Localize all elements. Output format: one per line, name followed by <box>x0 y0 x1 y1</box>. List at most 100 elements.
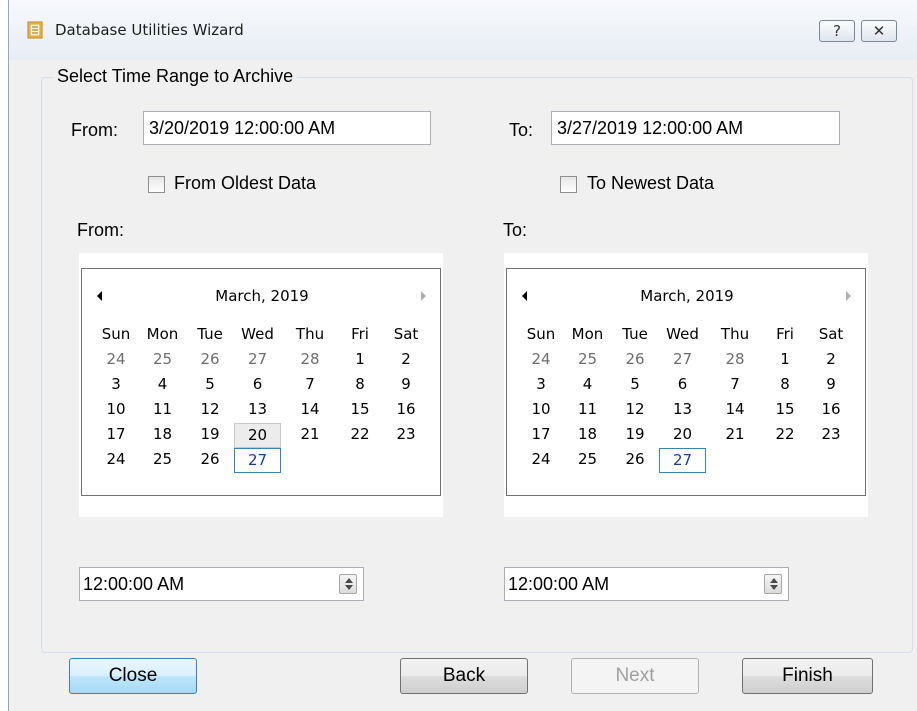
from-datetime-field[interactable]: 3/20/2019 12:00:00 AM <box>143 111 431 145</box>
up-down-spinner-icon[interactable] <box>764 574 782 594</box>
calendar-day[interactable]: 3 <box>96 373 136 398</box>
calendar-day[interactable]: 6 <box>656 373 709 398</box>
calendar-day[interactable]: 5 <box>614 373 656 398</box>
calendar-day[interactable]: 10 <box>521 398 561 423</box>
calendar-day[interactable]: 24 <box>96 448 136 473</box>
calendar-day[interactable]: 14 <box>284 398 336 423</box>
calendar-day[interactable]: 4 <box>561 373 614 398</box>
next-month-icon[interactable] <box>846 291 851 301</box>
close-window-button[interactable]: ✕ <box>861 20 897 42</box>
calendar-day[interactable]: 9 <box>384 373 428 398</box>
calendar-day[interactable]: 12 <box>189 398 231 423</box>
calendar-day[interactable]: 22 <box>336 423 384 448</box>
calendar-day[interactable]: 6 <box>231 373 284 398</box>
help-button[interactable]: ? <box>819 20 855 42</box>
calendar-day[interactable]: 20 <box>656 423 709 448</box>
to-calendar-panel: March, 2019 Sun Mon Tue Wed Thu Fri Sat 24 25 26 2… <box>504 253 868 517</box>
calendar-day-other-month[interactable]: 28 <box>709 348 761 373</box>
calendar-day-selected[interactable]: 20 <box>234 423 281 448</box>
calendar-day[interactable]: 18 <box>561 423 614 448</box>
calendar-day[interactable]: 19 <box>614 423 656 448</box>
day-of-week-header: Wed <box>666 325 699 343</box>
day-of-week-header: Sat <box>393 325 419 343</box>
calendar-day[interactable]: 22 <box>761 423 809 448</box>
calendar-day[interactable]: 8 <box>336 373 384 398</box>
calendar-day[interactable]: 7 <box>284 373 336 398</box>
close-button[interactable]: Close <box>69 658 197 694</box>
calendar-day[interactable]: 7 <box>709 373 761 398</box>
calendar-day[interactable]: 26 <box>189 448 231 473</box>
calendar-day-other-month[interactable]: 24 <box>521 348 561 373</box>
calendar-day[interactable]: 4 <box>136 373 189 398</box>
calendar-day[interactable]: 16 <box>809 398 853 423</box>
calendar-day[interactable]: 8 <box>761 373 809 398</box>
calendar-day[interactable]: 23 <box>384 423 428 448</box>
next-month-icon[interactable] <box>421 291 426 301</box>
calendar-day[interactable]: 13 <box>656 398 709 423</box>
from-time-value: 12:00:00 AM <box>83 574 185 594</box>
calendar-day-today[interactable]: 27 <box>234 448 281 473</box>
from-label: From: <box>71 120 118 140</box>
calendar-day[interactable]: 1 <box>336 348 384 373</box>
calendar-day-other-month[interactable]: 26 <box>189 348 231 373</box>
calendar-day-other-month[interactable]: 28 <box>284 348 336 373</box>
from-oldest-checkbox[interactable] <box>148 176 165 193</box>
calendar-day[interactable]: 16 <box>384 398 428 423</box>
calendar-day[interactable]: 18 <box>136 423 189 448</box>
calendar-day[interactable]: 21 <box>709 423 761 448</box>
calendar-day-other-month[interactable]: 27 <box>231 348 284 373</box>
calendar-day[interactable]: 25 <box>136 448 189 473</box>
back-button[interactable]: Back <box>400 658 528 694</box>
calendar-day[interactable]: 14 <box>709 398 761 423</box>
to-time-picker[interactable]: 12:00:00 AM <box>504 567 789 601</box>
calendar-empty-cell <box>709 448 761 473</box>
calendar-day[interactable]: 19 <box>189 423 231 448</box>
calendar-day[interactable]: 25 <box>561 448 614 473</box>
to-newest-checkbox[interactable] <box>560 176 577 193</box>
from-oldest-label[interactable]: From Oldest Data <box>174 173 316 194</box>
calendar-day[interactable]: 12 <box>614 398 656 423</box>
to-calendar[interactable]: March, 2019 Sun Mon Tue Wed Thu Fri Sat 24 25 26 2… <box>506 268 866 496</box>
calendar-day[interactable]: 2 <box>384 348 428 373</box>
calendar-day[interactable]: 15 <box>336 398 384 423</box>
calendar-day[interactable]: 5 <box>189 373 231 398</box>
calendar-day[interactable]: 9 <box>809 373 853 398</box>
calendar-day[interactable]: 2 <box>809 348 853 373</box>
calendar-day[interactable]: 3 <box>521 373 561 398</box>
calendar-empty-cell <box>809 448 853 473</box>
calendar-day[interactable]: 11 <box>561 398 614 423</box>
calendar-day[interactable]: 24 <box>521 448 561 473</box>
from-calendar-label: From: <box>77 220 124 240</box>
to-datetime-field[interactable]: 3/27/2019 12:00:00 AM <box>551 111 840 145</box>
calendar-day-today[interactable]: 27 <box>659 448 706 473</box>
calendar-empty-cell <box>761 448 809 473</box>
calendar-day[interactable]: 21 <box>284 423 336 448</box>
calendar-day[interactable]: 11 <box>136 398 189 423</box>
calendar-day-other-month[interactable]: 25 <box>136 348 189 373</box>
calendar-empty-cell <box>384 448 428 473</box>
next-button: Next <box>571 658 699 694</box>
to-month-title: March, 2019 <box>640 287 734 305</box>
day-of-week-header: Fri <box>351 325 369 343</box>
day-of-week-header: Mon <box>571 325 604 343</box>
from-time-picker[interactable]: 12:00:00 AM <box>79 567 364 601</box>
day-of-week-header: Sun <box>101 325 131 343</box>
calendar-day[interactable]: 17 <box>96 423 136 448</box>
calendar-day[interactable]: 15 <box>761 398 809 423</box>
calendar-day[interactable]: 10 <box>96 398 136 423</box>
to-day-grid: Sun Mon Tue Wed Thu Fri Sat 24 25 26 27 28 1 2 3 4 5 6 7 8 9… <box>521 323 853 473</box>
calendar-day-other-month[interactable]: 27 <box>656 348 709 373</box>
calendar-day-other-month[interactable]: 26 <box>614 348 656 373</box>
calendar-day[interactable]: 17 <box>521 423 561 448</box>
calendar-day[interactable]: 1 <box>761 348 809 373</box>
calendar-day-other-month[interactable]: 24 <box>96 348 136 373</box>
from-calendar[interactable]: March, 2019 Sun Mon Tue Wed Thu Fri Sat 24 25 26 2… <box>81 268 441 496</box>
calendar-day-other-month[interactable]: 25 <box>561 348 614 373</box>
title-bar[interactable]: Database Utilities Wizard ? ✕ <box>9 0 917 60</box>
calendar-day[interactable]: 26 <box>614 448 656 473</box>
up-down-spinner-icon[interactable] <box>339 574 357 594</box>
to-newest-label[interactable]: To Newest Data <box>587 173 714 194</box>
calendar-day[interactable]: 13 <box>231 398 284 423</box>
calendar-day[interactable]: 23 <box>809 423 853 448</box>
finish-button[interactable]: Finish <box>742 658 873 694</box>
